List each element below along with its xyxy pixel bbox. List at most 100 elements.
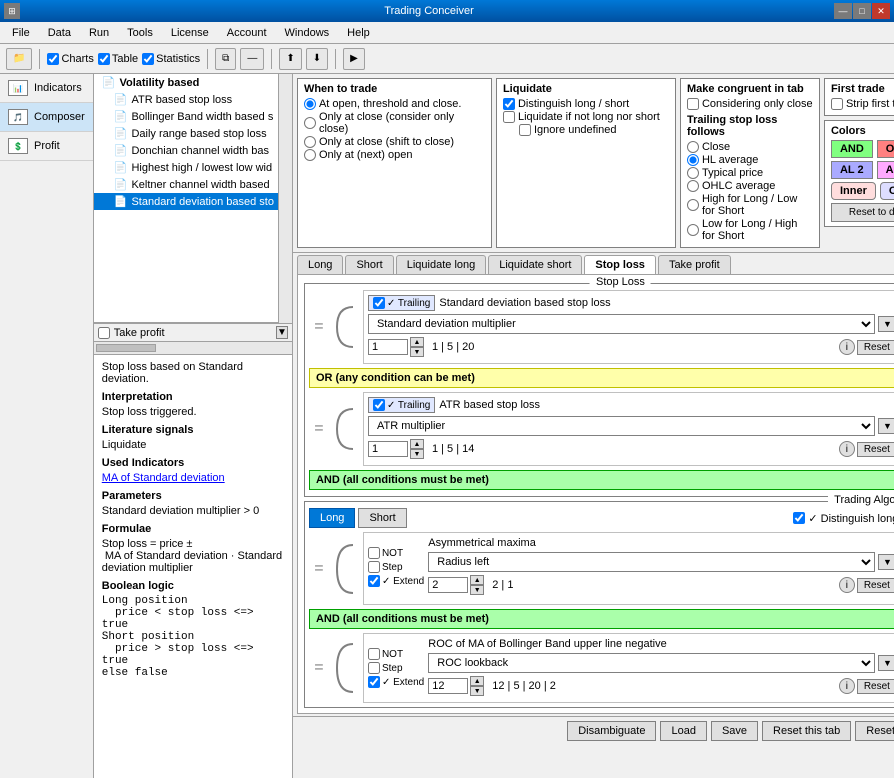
algo-extend-checkbox-2[interactable] bbox=[368, 676, 380, 688]
sl-block1-up-btn[interactable]: ▲ bbox=[410, 337, 424, 347]
tab-take-profit[interactable]: Take profit bbox=[658, 255, 731, 274]
sl-block1-dropdown-arrow[interactable]: ▼ bbox=[878, 316, 894, 332]
desc-indicator-link[interactable]: MA of Standard deviation bbox=[102, 472, 284, 484]
sl-block2-spinner[interactable] bbox=[368, 441, 408, 457]
algo-step-checkbox-1[interactable] bbox=[368, 561, 380, 573]
algo-block1-dropdown[interactable]: Radius left bbox=[428, 552, 875, 572]
sl-block1-down-btn[interactable]: ▼ bbox=[410, 347, 424, 357]
sl-block1-spinner[interactable] bbox=[368, 339, 408, 355]
color-al2-button[interactable]: AL 2 bbox=[831, 161, 873, 179]
sl-block1-dropdown[interactable]: Standard deviation multiplier bbox=[368, 314, 875, 334]
menu-license[interactable]: License bbox=[163, 25, 217, 41]
sl-block1-info-btn[interactable]: i bbox=[839, 339, 855, 355]
tab-liquidate-long[interactable]: Liquidate long bbox=[396, 255, 487, 274]
checkbox-strip-first-input[interactable] bbox=[831, 98, 843, 110]
tree-item-donchian[interactable]: 📄 Donchian channel width bas bbox=[94, 142, 278, 159]
tree-item-keltner[interactable]: 📄 Keltner channel width based bbox=[94, 176, 278, 193]
charts-checkbox-label[interactable]: Charts bbox=[47, 53, 93, 65]
trailing-checkbox-2[interactable] bbox=[373, 399, 385, 411]
save-button[interactable]: Save bbox=[711, 721, 758, 741]
tab-stop-loss[interactable]: Stop loss bbox=[584, 255, 656, 274]
algo-not-checkbox-2[interactable] bbox=[368, 648, 380, 660]
menu-run[interactable]: Run bbox=[81, 25, 117, 41]
take-profit-checkbox[interactable] bbox=[98, 327, 110, 339]
upload-button[interactable]: ⬆ bbox=[279, 48, 301, 70]
menu-help[interactable]: Help bbox=[339, 25, 378, 41]
algo-block2-spinner[interactable] bbox=[428, 678, 468, 694]
menu-windows[interactable]: Windows bbox=[277, 25, 338, 41]
reset-to-default-button[interactable]: Reset to default bbox=[831, 203, 894, 222]
checkbox-dist-ls-input[interactable] bbox=[503, 98, 515, 110]
minus-button[interactable]: — bbox=[240, 48, 264, 70]
and-band[interactable]: AND (all conditions must be met) ▼ bbox=[309, 470, 894, 490]
copy-button[interactable]: ⧉ bbox=[215, 48, 236, 70]
radio-close-shift-input[interactable] bbox=[304, 136, 316, 148]
radio-ohlc-input[interactable] bbox=[687, 180, 699, 192]
tab-liquidate-short[interactable]: Liquidate short bbox=[488, 255, 582, 274]
sl-block2-down-btn[interactable]: ▼ bbox=[410, 449, 424, 459]
algo-block1-spinner[interactable] bbox=[428, 577, 468, 593]
tab-short[interactable]: Short bbox=[345, 255, 393, 274]
algo-block1-down-btn[interactable]: ▼ bbox=[470, 585, 484, 595]
download-button[interactable]: ⬇ bbox=[306, 48, 328, 70]
radio-high-low-input[interactable] bbox=[687, 199, 699, 211]
tree-expand-button[interactable]: ▼ bbox=[276, 326, 288, 339]
algo-block2-down-btn[interactable]: ▼ bbox=[470, 686, 484, 696]
algo-tab-short[interactable]: Short bbox=[358, 508, 406, 528]
radio-low-high-input[interactable] bbox=[687, 224, 699, 236]
trailing-check-2[interactable]: ✓ Trailing bbox=[368, 397, 435, 413]
radio-close-only-input[interactable] bbox=[304, 117, 316, 129]
charts-checkbox[interactable] bbox=[47, 53, 59, 65]
color-inner-button[interactable]: Inner bbox=[831, 182, 876, 200]
statistics-checkbox[interactable] bbox=[142, 53, 154, 65]
color-or-button[interactable]: OR bbox=[877, 140, 894, 158]
or-band[interactable]: OR (any condition can be met) ▼ bbox=[309, 368, 894, 388]
algo-block2-dropdown[interactable]: ROC lookback bbox=[428, 653, 875, 673]
sl-block2-dropdown[interactable]: ATR multiplier bbox=[368, 416, 875, 436]
algo-tab-long[interactable]: Long bbox=[309, 508, 355, 528]
table-checkbox[interactable] bbox=[98, 53, 110, 65]
algo-block1-reset-btn[interactable]: Reset bbox=[857, 578, 894, 593]
maximize-button[interactable]: □ bbox=[853, 3, 871, 19]
close-button[interactable]: ✕ bbox=[872, 3, 890, 19]
color-outer-button[interactable]: Outer bbox=[880, 182, 894, 200]
algo-step-checkbox-2[interactable] bbox=[368, 662, 380, 674]
sl-block2-dropdown-arrow[interactable]: ▼ bbox=[878, 418, 894, 434]
algo-block1-up-btn[interactable]: ▲ bbox=[470, 575, 484, 585]
sl-block2-reset-btn[interactable]: Reset bbox=[857, 442, 894, 457]
statistics-checkbox-label[interactable]: Statistics bbox=[142, 53, 200, 65]
reset-tab-button[interactable]: Reset this tab bbox=[762, 721, 851, 741]
algo-distinguish-checkbox[interactable] bbox=[793, 512, 805, 524]
radio-open-input[interactable] bbox=[304, 98, 316, 110]
algo-block2-info-btn[interactable]: i bbox=[839, 678, 855, 694]
algo-not-checkbox-1[interactable] bbox=[368, 547, 380, 559]
algo-block1-info-btn[interactable]: i bbox=[839, 577, 855, 593]
algo-block2-reset-btn[interactable]: Reset bbox=[857, 679, 894, 694]
tree-item-bollinger[interactable]: 📄 Bollinger Band width based s bbox=[94, 108, 278, 125]
trailing-checkbox-1[interactable] bbox=[373, 297, 385, 309]
radio-next-open-input[interactable] bbox=[304, 149, 316, 161]
sidebar-item-composer[interactable]: 🎵 Composer bbox=[0, 103, 93, 132]
menu-account[interactable]: Account bbox=[219, 25, 275, 41]
tree-item-atr[interactable]: 📄 ATR based stop loss bbox=[94, 91, 278, 108]
menu-tools[interactable]: Tools bbox=[119, 25, 161, 41]
load-button[interactable]: Load bbox=[660, 721, 706, 741]
tree-item-daily[interactable]: 📄 Daily range based stop loss bbox=[94, 125, 278, 142]
algo-block2-up-btn[interactable]: ▲ bbox=[470, 676, 484, 686]
color-al3-button[interactable]: AL 3 bbox=[877, 161, 894, 179]
play-button[interactable]: ▶ bbox=[343, 48, 365, 70]
minimize-button[interactable]: — bbox=[834, 3, 852, 19]
and-band-2[interactable]: AND (all conditions must be met) ▼ bbox=[309, 609, 894, 629]
sl-block2-info-btn[interactable]: i bbox=[839, 441, 855, 457]
tab-long[interactable]: Long bbox=[297, 255, 343, 274]
menu-data[interactable]: Data bbox=[40, 25, 79, 41]
algo-block2-dropdown-arrow[interactable]: ▼ bbox=[878, 655, 894, 671]
tree-item-stddev[interactable]: 📄 Standard deviation based sto bbox=[94, 193, 278, 210]
color-and-button[interactable]: AND bbox=[831, 140, 873, 158]
radio-close-input[interactable] bbox=[687, 141, 699, 153]
tree-item-volatility[interactable]: 📄 Volatility based bbox=[94, 74, 278, 91]
checkbox-not-ls-input[interactable] bbox=[503, 111, 515, 123]
tree-scrollbar[interactable] bbox=[278, 74, 292, 323]
radio-typical-input[interactable] bbox=[687, 167, 699, 179]
radio-hl-avg-input[interactable] bbox=[687, 154, 699, 166]
